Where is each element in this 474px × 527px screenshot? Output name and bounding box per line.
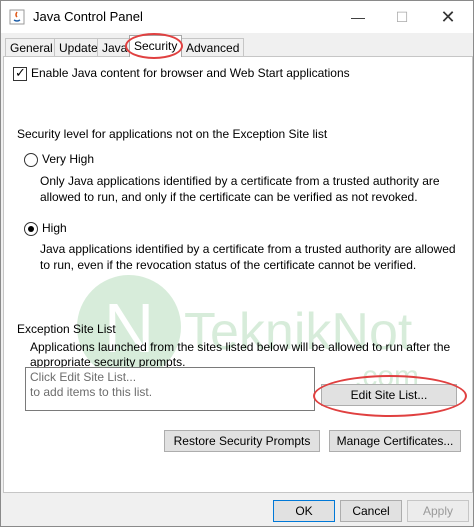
cancel-button[interactable]: Cancel xyxy=(340,500,402,522)
tab-bar: General Update Java Security Advanced xyxy=(1,35,473,57)
title-bar: Java Control Panel — ☐ ✕ xyxy=(1,1,473,33)
restore-security-prompts-button[interactable]: Restore Security Prompts xyxy=(164,430,320,452)
edit-site-list-highlight-circle xyxy=(313,375,467,417)
security-level-heading: Security level for applications not on t… xyxy=(17,127,328,141)
tab-update[interactable]: Update xyxy=(54,38,103,57)
enable-java-label: Enable Java content for browser and Web … xyxy=(31,66,350,80)
window-title: Java Control Panel xyxy=(33,9,143,24)
very-high-label: Very High xyxy=(42,152,95,166)
exception-site-listbox[interactable]: Click Edit Site List... to add items to … xyxy=(25,367,315,411)
security-tab-highlight-circle xyxy=(125,33,183,59)
high-description-line: Java applications identified by a certif… xyxy=(40,242,456,256)
high-description: Java applications identified by a certif… xyxy=(40,241,456,273)
high-radio[interactable] xyxy=(24,222,38,236)
radio-selected-dot xyxy=(28,226,34,232)
maximize-button[interactable]: ☐ xyxy=(379,1,425,33)
high-description-line: to run, even if the revocation status of… xyxy=(40,258,417,272)
manage-certificates-button[interactable]: Manage Certificates... xyxy=(329,430,461,452)
very-high-description-line: allowed to run, and only if the certific… xyxy=(40,190,418,204)
ok-button[interactable]: OK xyxy=(273,500,335,522)
checkmark-icon: ✓ xyxy=(15,65,26,80)
enable-java-checkbox[interactable]: ✓ xyxy=(13,65,27,81)
minimize-button[interactable]: — xyxy=(335,1,381,33)
close-button[interactable]: ✕ xyxy=(425,1,471,33)
very-high-description: Only Java applications identified by a c… xyxy=(40,173,440,205)
security-panel: ✓ Enable Java content for browser and We… xyxy=(3,56,473,493)
tab-advanced[interactable]: Advanced xyxy=(181,38,245,57)
java-control-panel-window: Java Control Panel — ☐ ✕ General Update … xyxy=(0,0,474,527)
java-icon xyxy=(9,9,25,25)
exception-description: Applications launched from the sites lis… xyxy=(30,340,450,370)
very-high-description-line: Only Java applications identified by a c… xyxy=(40,174,440,188)
exception-description-line: Applications launched from the sites lis… xyxy=(30,340,451,354)
apply-button[interactable]: Apply xyxy=(407,500,469,522)
listbox-placeholder-line: to add items to this list. xyxy=(30,385,153,399)
listbox-placeholder-line: Click Edit Site List... xyxy=(30,370,137,384)
tab-general[interactable]: General xyxy=(5,38,58,57)
very-high-radio[interactable] xyxy=(24,153,38,167)
exception-site-list-heading: Exception Site List xyxy=(17,322,116,336)
high-label: High xyxy=(42,221,67,235)
